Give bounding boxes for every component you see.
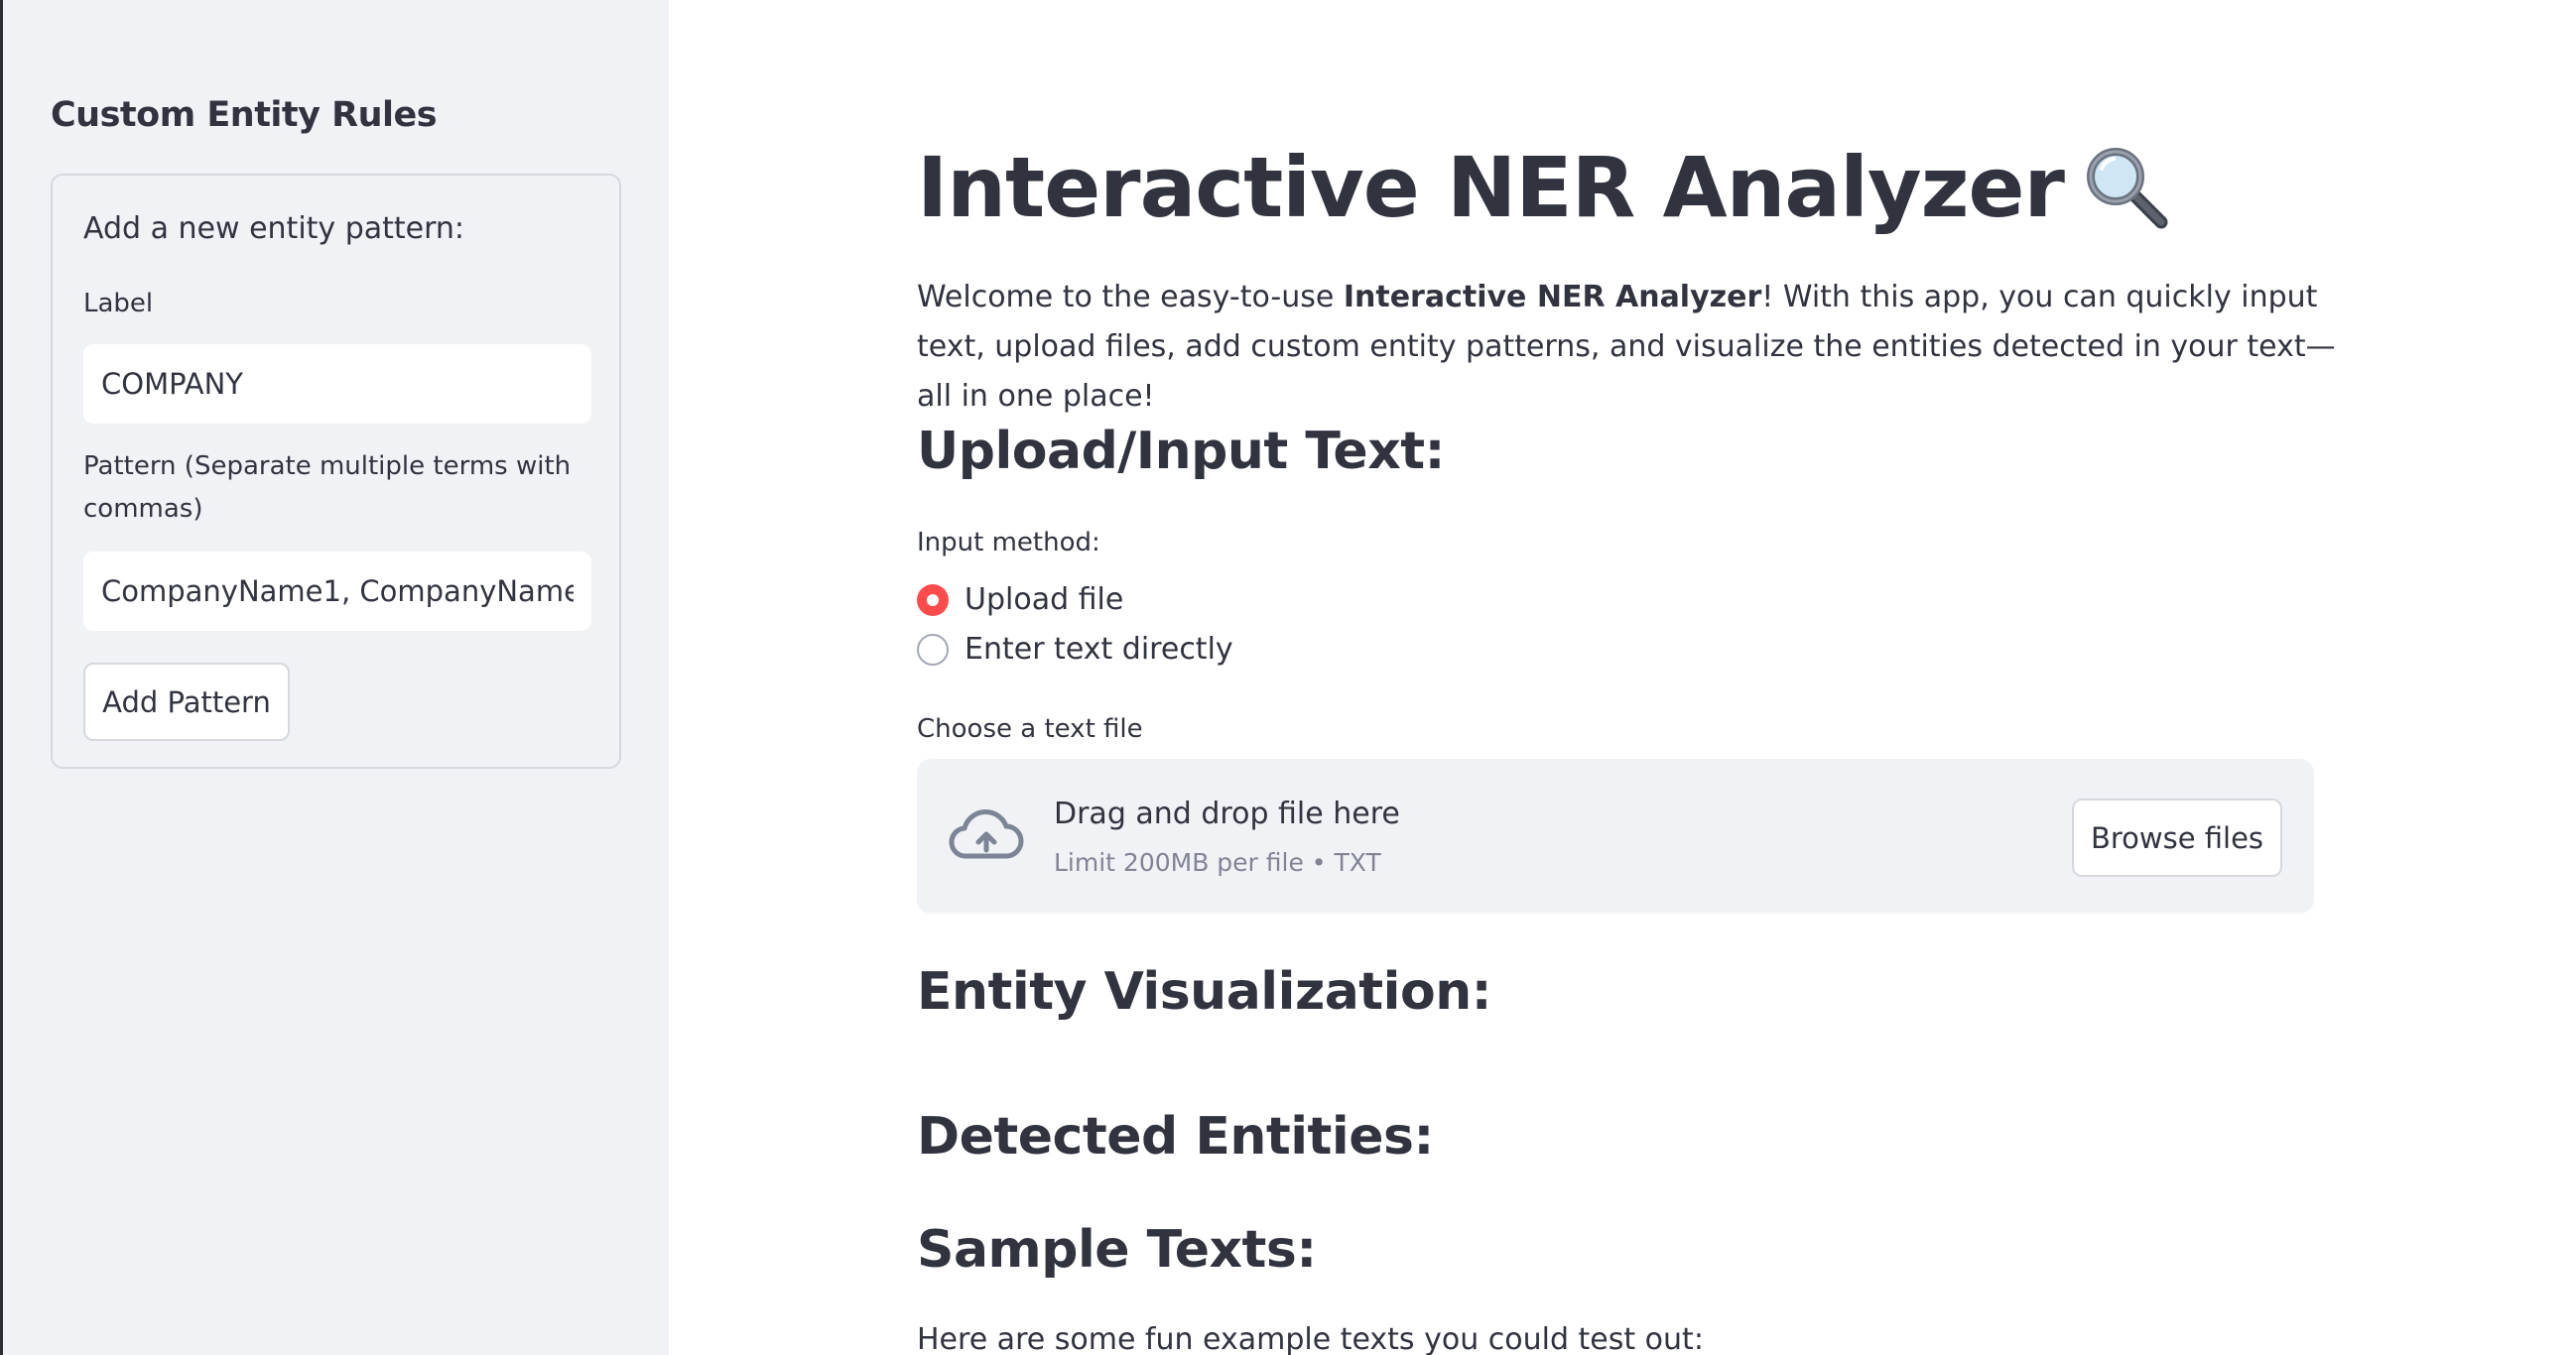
radio-selected-icon[interactable]: [917, 583, 949, 616]
radio-enter-text[interactable]: Enter text directly: [917, 632, 1233, 667]
radio-enter-text-label: Enter text directly: [965, 632, 1233, 667]
dropzone-limit: Limit 200MB per file • TXT: [1054, 848, 1381, 877]
cloud-upload-icon: [949, 808, 1024, 859]
sidebar: Custom Entity Rules Add a new entity pat…: [3, 0, 669, 1355]
page-title: Interactive NER Analyzer: [917, 139, 2171, 236]
browse-files-button[interactable]: Browse files: [2072, 799, 2282, 877]
radio-unselected-icon[interactable]: [917, 633, 949, 666]
entity-visualization-heading: Entity Visualization:: [917, 962, 1492, 1022]
pattern-label-line-1: Pattern (Separate multiple terms with: [83, 451, 572, 481]
intro-bold: Interactive NER Analyzer: [1343, 280, 1762, 314]
radio-upload-file[interactable]: Upload file: [917, 582, 1123, 617]
form-heading: Add a new entity pattern:: [83, 211, 465, 246]
label-field-label: Label: [83, 289, 154, 318]
detected-entities-heading: Detected Entities:: [917, 1107, 1434, 1167]
radio-upload-file-label: Upload file: [965, 582, 1124, 617]
entity-pattern-form: Add a new entity pattern: Label Pattern …: [51, 174, 621, 769]
sample-texts-heading: Sample Texts:: [917, 1220, 1317, 1280]
add-pattern-button[interactable]: Add Pattern: [83, 663, 290, 741]
intro-prefix: Welcome to the easy-to-use: [917, 280, 1344, 314]
label-input[interactable]: [83, 344, 591, 424]
pattern-field-label: Pattern (Separate multiple terms with co…: [83, 445, 571, 531]
main-content: Interactive NER Analyzer Welcome to the …: [669, 0, 2576, 1355]
dropzone-title: Drag and drop file here: [1054, 797, 1400, 831]
pattern-label-line-2: commas): [83, 494, 203, 524]
file-uploader-label: Choose a text file: [917, 714, 1143, 744]
intro-paragraph: Welcome to the easy-to-use Interactive N…: [917, 273, 2346, 422]
page-title-text: Interactive NER Analyzer: [917, 139, 2065, 236]
file-dropzone[interactable]: Drag and drop file here Limit 200MB per …: [917, 759, 2314, 914]
app-root: Custom Entity Rules Add a new entity pat…: [0, 0, 2576, 1355]
sidebar-title: Custom Entity Rules: [51, 95, 438, 135]
magnifying-glass-icon: [2082, 143, 2171, 232]
upload-heading: Upload/Input Text:: [917, 422, 1445, 481]
pattern-input[interactable]: [83, 552, 591, 631]
sample-texts-intro: Here are some fun example texts you coul…: [917, 1322, 1704, 1355]
input-method-label: Input method:: [917, 528, 1100, 557]
